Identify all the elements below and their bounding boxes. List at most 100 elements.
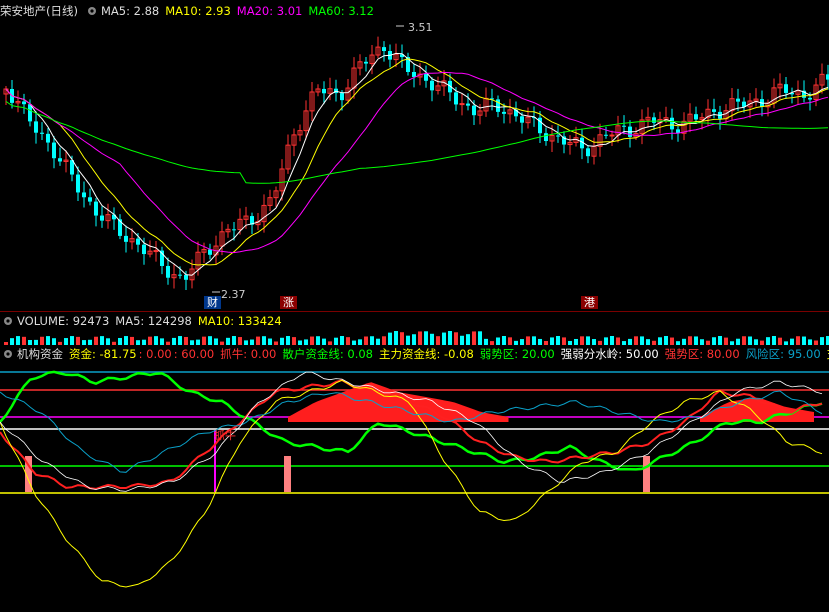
volume-bar [100, 336, 104, 345]
volume-bar [88, 339, 92, 345]
volume-bar [706, 340, 710, 345]
volume-bar [178, 336, 182, 345]
signal-bar [643, 456, 650, 492]
candle [225, 224, 231, 238]
strong-value: 80.00 [706, 347, 740, 361]
volume-legend: VOLUME: 92473 MA5: 124298 MA10: 133424 [0, 313, 288, 329]
candle-body [58, 158, 62, 162]
volume-bar [520, 339, 524, 345]
candle-body [322, 88, 326, 94]
ma10-label: MA10: [165, 4, 202, 18]
candle [34, 111, 38, 144]
candle-body [808, 97, 812, 100]
volume-bar [652, 340, 656, 345]
candle-body [124, 235, 128, 242]
candle [538, 110, 542, 144]
volume-bar [526, 336, 530, 345]
volume-bar [370, 336, 374, 345]
ma5-line [5, 52, 829, 276]
volume-bar [568, 340, 572, 345]
volume-bar [496, 337, 500, 345]
candle-body [88, 197, 92, 202]
candle [507, 98, 513, 124]
candle [118, 214, 122, 240]
candle-body [466, 103, 470, 106]
volume-bar [274, 341, 278, 345]
candle-body [76, 174, 80, 193]
volume-chart[interactable] [0, 329, 829, 345]
volume-bar [700, 339, 704, 345]
gear-icon[interactable] [3, 349, 13, 359]
zhuaniu-marker: 抓牛 [214, 429, 236, 442]
volume-bar [136, 340, 140, 345]
panel-divider [0, 311, 829, 312]
candle [273, 186, 279, 207]
volume-bar [610, 336, 614, 345]
volume-bar [580, 336, 584, 345]
gear-icon[interactable] [3, 316, 13, 326]
candle [22, 93, 26, 114]
volume-bar [376, 338, 380, 345]
volume-bar [28, 339, 32, 345]
tag-gang: 港 [581, 296, 598, 309]
vol-ma10-label: MA10: [197, 314, 235, 328]
volume-bar [508, 337, 512, 345]
volume-bar [454, 332, 458, 345]
volume-bar [658, 337, 662, 345]
candle [94, 198, 98, 227]
volume-bar [304, 339, 308, 345]
candle-body [153, 250, 159, 253]
candle [105, 203, 111, 229]
volume-bar [220, 341, 224, 345]
volume-bar [820, 337, 824, 345]
volume-bar [214, 338, 218, 345]
volume-bar [742, 336, 746, 345]
volume-bar [688, 336, 692, 345]
indicator-chart[interactable] [0, 362, 829, 612]
volume-bar [550, 337, 554, 345]
fund-value: -81.75 [99, 347, 137, 361]
volume-bar [298, 340, 302, 345]
candle-body [142, 244, 146, 255]
candle [88, 188, 92, 206]
candle [604, 126, 608, 139]
candle-body [556, 135, 560, 137]
candle-body [609, 134, 615, 137]
candle-body [622, 125, 626, 127]
volume-bar [724, 337, 728, 345]
candle [424, 65, 428, 88]
volume-bar [286, 336, 290, 345]
volume-bar [46, 336, 50, 345]
zhuaniu-value: 0.00 [250, 347, 277, 361]
volume-bar [448, 331, 452, 345]
indicator-legend: 机构资金 资金: -81.75 : 0.00 : 60.00 抓牛: 0.00 … [0, 346, 829, 362]
candle [586, 144, 590, 164]
volume-bar [412, 334, 416, 345]
volume-bar [364, 336, 368, 345]
weak-label: 弱势区: [479, 347, 519, 361]
candle [645, 107, 651, 128]
vol-ma5-label: MA5: [115, 314, 145, 328]
candle [525, 107, 531, 129]
candle [681, 112, 687, 141]
candlestick-chart[interactable] [0, 20, 829, 310]
candle-body [232, 229, 236, 231]
volume-bar [352, 340, 356, 345]
water-label: 强弱分水岭: [560, 347, 623, 361]
volume-bar [718, 336, 722, 345]
volume-bar [562, 337, 566, 345]
price-legend: 荣安地产(日线) MA5: 2.88 MA10: 2.93 MA20: 3.01… [0, 3, 380, 19]
volume-bar [232, 336, 236, 345]
candle [160, 246, 164, 275]
volume-bar [112, 341, 116, 345]
candle [777, 73, 783, 99]
water-value: 50.00 [625, 347, 659, 361]
volume-bar [154, 336, 158, 345]
gear-icon[interactable] [87, 6, 97, 16]
volume-bar [310, 336, 314, 345]
volume-bar [388, 332, 392, 345]
volume-bar [202, 336, 206, 345]
candle-body [502, 111, 506, 114]
volume-bar [730, 341, 734, 345]
candle [15, 90, 21, 113]
